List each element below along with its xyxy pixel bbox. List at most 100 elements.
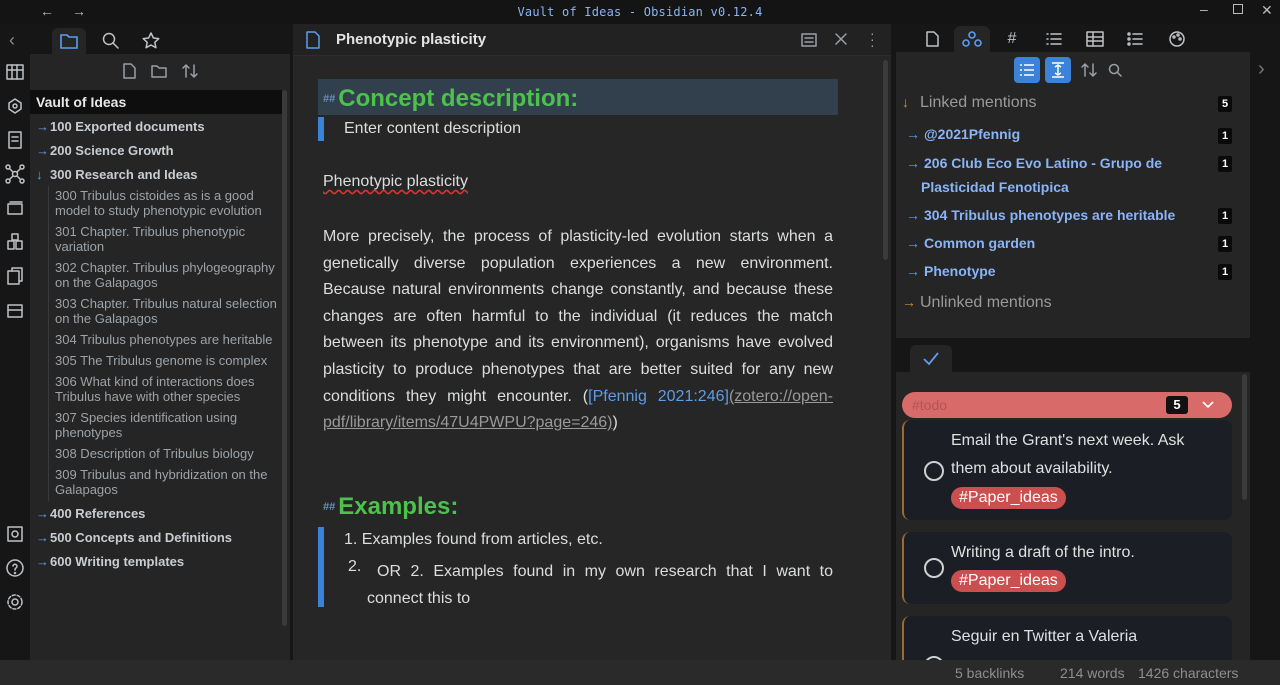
file-explorer-scrollbar[interactable] xyxy=(282,90,287,626)
backlink-item[interactable]: → Common garden xyxy=(906,231,1242,255)
plain-title[interactable]: Phenotypic plasticity xyxy=(323,173,468,191)
todo-group-header[interactable]: #todo 5 xyxy=(902,392,1232,418)
heading-marker: ## xyxy=(323,92,336,105)
help-icon[interactable] xyxy=(5,558,25,578)
backlink-label: 206 Club Eco Evo Latino - Grupo de Plast… xyxy=(921,155,1163,195)
palette-icon xyxy=(1169,31,1185,47)
folder-item-open[interactable]: ↓ 300 Research and Ideas xyxy=(30,162,282,186)
close-window-icon[interactable]: ✕ xyxy=(1261,2,1273,19)
todo-card[interactable]: Writing a draft of the intro. #Paper_ide… xyxy=(902,532,1232,604)
new-folder-icon[interactable] xyxy=(150,62,168,80)
content-placeholder[interactable]: Enter content description xyxy=(344,120,521,138)
example-item-1[interactable]: 1. Examples found from articles, etc. xyxy=(344,531,603,549)
todo-checkbox[interactable] xyxy=(924,461,944,481)
window-title: Vault of Ideas - Obsidian v0.12.4 xyxy=(517,5,763,19)
todo-scrollbar[interactable] xyxy=(1242,374,1247,500)
file-item[interactable]: 307 Species identification using phenoty… xyxy=(55,408,282,444)
backlink-item[interactable]: → @2021Pfennig xyxy=(906,122,1242,146)
todo-card[interactable]: Seguir en Twitter a Valeria xyxy=(902,616,1232,660)
file-item[interactable]: 303 Chapter. Tribulus natural selection … xyxy=(55,294,282,330)
examples-heading-text: Examples: xyxy=(338,493,459,520)
unlinked-mentions-label[interactable]: Unlinked mentions xyxy=(920,294,1052,312)
vault-icon[interactable] xyxy=(5,524,25,544)
cards-icon[interactable] xyxy=(5,198,25,218)
archive-icon[interactable] xyxy=(5,300,25,320)
document-list-icon[interactable] xyxy=(5,130,25,150)
chevron-down-icon[interactable] xyxy=(1200,394,1216,414)
starred-tab[interactable] xyxy=(134,28,168,54)
citation-link[interactable]: [Pfennig 2021:246] xyxy=(588,388,729,405)
backlink-label: @2021Pfennig xyxy=(924,126,1021,142)
minimize-icon[interactable]: – xyxy=(1200,1,1208,17)
obsidian-window: ← → Vault of Ideas - Obsidian v0.12.4 – … xyxy=(0,0,1280,685)
maximize-icon[interactable] xyxy=(1233,4,1243,14)
folder-item[interactable]: → 200 Science Growth xyxy=(30,138,282,162)
tab-tags[interactable]: # xyxy=(994,26,1030,52)
table-icon xyxy=(1086,31,1104,47)
copy-icon[interactable] xyxy=(5,266,25,286)
collapse-right-icon[interactable]: › xyxy=(1258,58,1265,81)
todo-text: Seguir en Twitter a Valeria xyxy=(951,628,1138,645)
linked-mentions-label[interactable]: Linked mentions xyxy=(920,94,1037,112)
tab-backlinks[interactable] xyxy=(954,26,990,52)
status-bar: 5 backlinks 214 words 1426 characters xyxy=(0,660,1280,685)
backlink-item[interactable]: → 304 Tribulus phenotypes are heritable xyxy=(906,203,1242,227)
file-item[interactable]: 301 Chapter. Tribulus phenotypic variati… xyxy=(55,222,282,258)
sort-button[interactable] xyxy=(1076,57,1102,83)
file-explorer-tab[interactable] xyxy=(52,28,86,54)
tab-palette[interactable] xyxy=(1159,26,1195,52)
show-context-button[interactable] xyxy=(1045,57,1071,83)
folder-item[interactable]: → 500 Concepts and Definitions xyxy=(30,525,282,549)
tab-table[interactable] xyxy=(1077,26,1113,52)
puzzle-icon[interactable] xyxy=(5,96,25,116)
new-note-icon[interactable] xyxy=(120,62,138,80)
backlink-count: 1 xyxy=(1218,208,1232,224)
todo-tab[interactable] xyxy=(910,345,952,373)
arrow-icon: → xyxy=(906,235,920,251)
backlink-item[interactable]: → Phenotype xyxy=(906,259,1242,283)
folder-label: 200 Science Growth xyxy=(50,142,174,158)
tab-file[interactable] xyxy=(914,26,950,52)
todo-card[interactable]: Email the Grant's next week. Ask them ab… xyxy=(902,420,1232,520)
concept-heading[interactable]: ## Concept description: xyxy=(318,79,838,115)
sort-icon[interactable] xyxy=(181,62,199,80)
heading-marker: ## xyxy=(323,501,336,513)
tab-bullets[interactable] xyxy=(1117,26,1153,52)
search-tab[interactable] xyxy=(94,28,128,54)
list-number: 1. xyxy=(344,531,358,548)
more-options-icon[interactable]: · · · xyxy=(870,26,875,52)
example-item-2[interactable]: OR 2. Examples found in my own research … xyxy=(367,558,833,612)
search-button[interactable] xyxy=(1102,57,1128,83)
settings-gear-icon[interactable] xyxy=(5,592,25,612)
blocks-icon[interactable] xyxy=(5,232,25,252)
close-note-icon[interactable] xyxy=(833,31,849,47)
todo-card-tag[interactable]: #Paper_ideas xyxy=(951,487,1066,509)
backlink-item[interactable]: → 206 Club Eco Evo Latino - Grupo de Plas… xyxy=(906,151,1206,199)
calendar-table-icon[interactable] xyxy=(5,62,25,82)
file-item[interactable]: 305 The Tribulus genome is complex xyxy=(55,351,282,372)
file-item[interactable]: 302 Chapter. Tribulus phylogeography on … xyxy=(55,258,282,294)
file-item[interactable]: 304 Tribulus phenotypes are heritable xyxy=(55,330,282,351)
folder-item[interactable]: → 400 References xyxy=(30,501,282,525)
graph-view-icon[interactable] xyxy=(5,164,25,184)
tab-outline[interactable] xyxy=(1036,26,1072,52)
folder-item[interactable]: → 100 Exported documents xyxy=(30,114,282,138)
backlink-label: Common garden xyxy=(924,235,1036,251)
paragraph[interactable]: More precisely, the process of plasticit… xyxy=(323,224,833,437)
editor-scrollbar[interactable] xyxy=(883,60,888,260)
file-item[interactable]: 309 Tribulus and hybridization on the Ga… xyxy=(55,465,282,501)
examples-heading[interactable]: ## Examples: xyxy=(323,493,458,521)
todo-tag-wrap: #Paper_ideas xyxy=(951,570,1066,592)
collapse-left-icon[interactable]: ‹ xyxy=(9,30,15,51)
todo-card-tag[interactable]: #Paper_ideas xyxy=(951,570,1066,592)
file-item[interactable]: 306 What kind of interactions does Tribu… xyxy=(55,372,282,408)
backlinks-status[interactable]: 5 backlinks xyxy=(955,665,1024,681)
folder-item[interactable]: → 600 Writing templates xyxy=(30,549,282,573)
file-item[interactable]: 308 Description of Tribulus biology xyxy=(55,444,282,465)
expanded-arrow-icon: ↓ xyxy=(902,94,909,110)
todo-checkbox[interactable] xyxy=(924,558,944,578)
reading-mode-icon[interactable] xyxy=(800,32,818,48)
file-item[interactable]: 300 Tribulus cistoides as is a good mode… xyxy=(55,186,282,222)
collapse-results-button[interactable] xyxy=(1014,57,1040,83)
bullet-list-icon xyxy=(1127,32,1143,46)
